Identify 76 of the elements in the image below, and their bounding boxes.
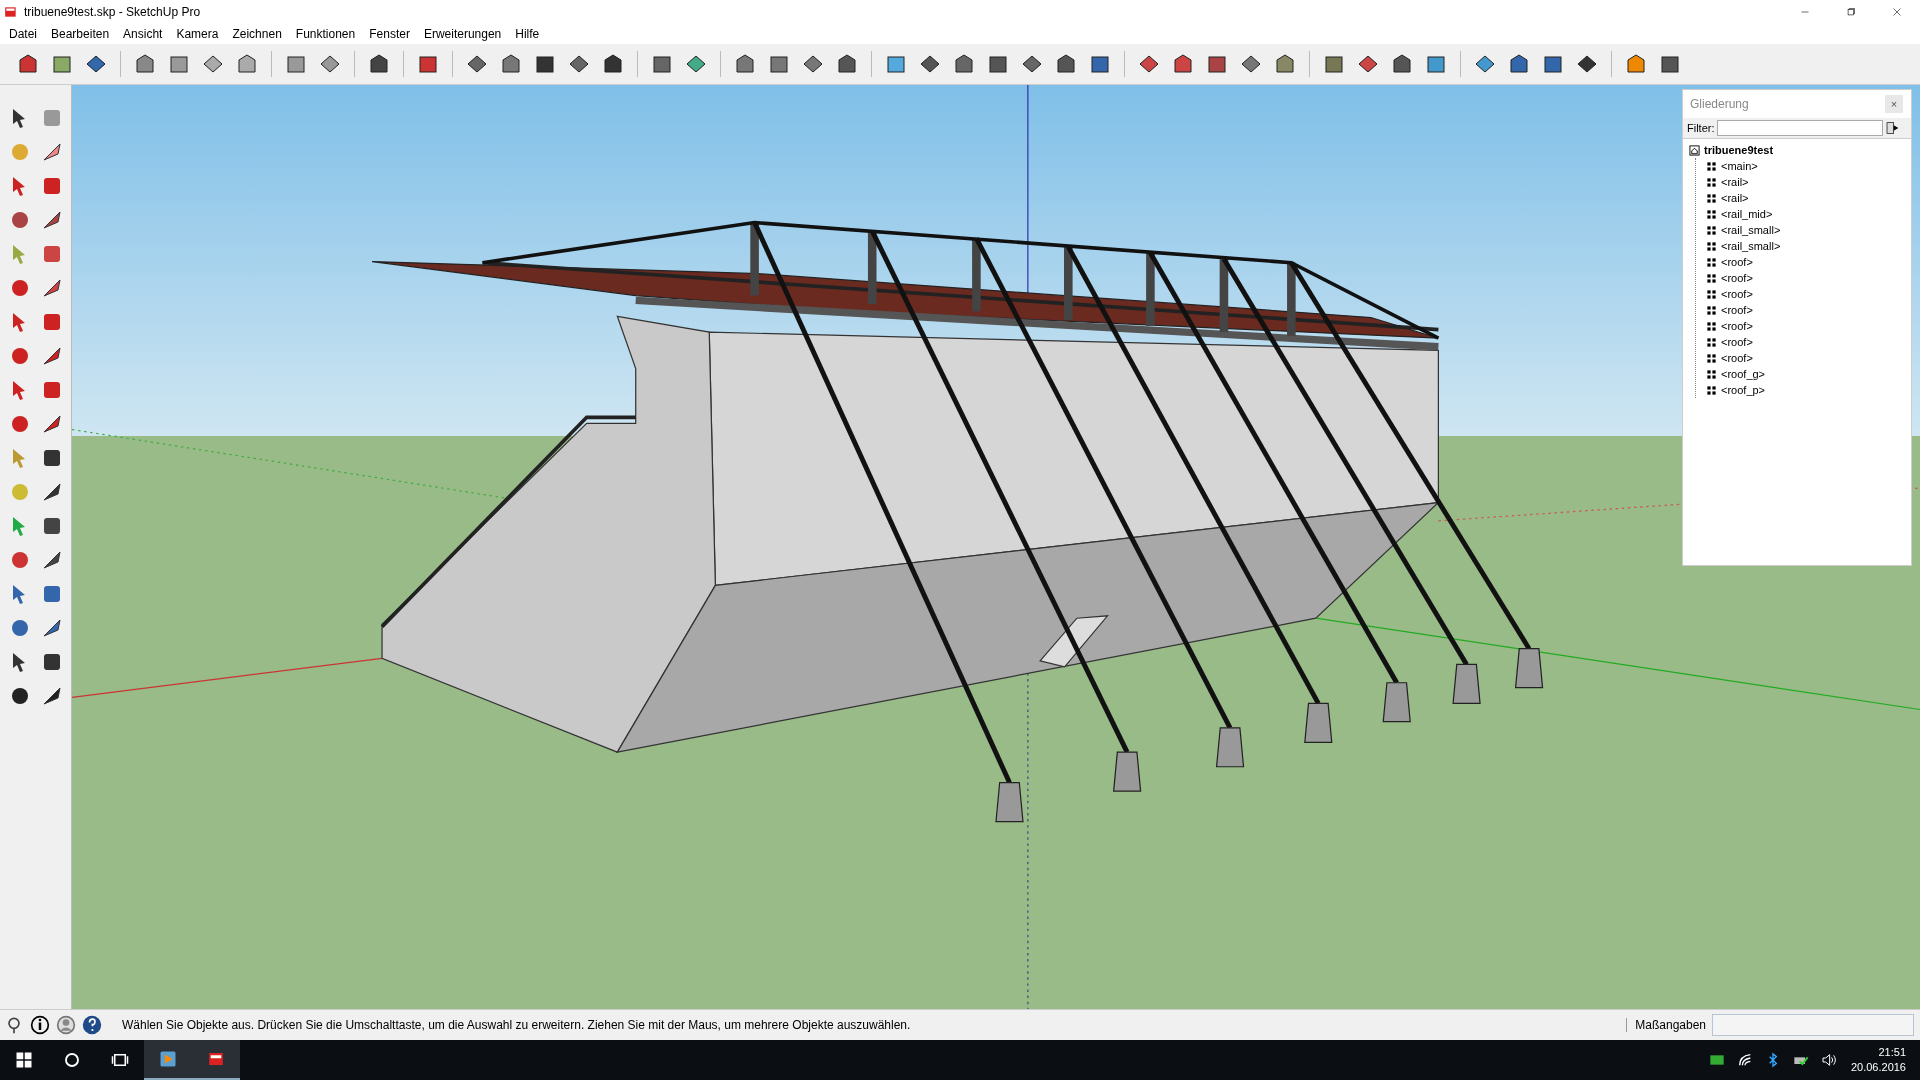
tool-icon[interactable]: [16, 52, 40, 76]
component-icon: [1706, 336, 1717, 348]
tool-icon[interactable]: [1624, 52, 1648, 76]
media-player-icon[interactable]: [159, 1050, 177, 1068]
component-icon: [1706, 240, 1717, 252]
outliner-item[interactable]: <roof>: [1721, 320, 1753, 332]
status-hint: Wählen Sie Objekte aus. Drücken Sie die Umschalttaste, um die Auswahl zu erweitern. Ziehen Sie mit der Maus, um mehrere Objekte auszuwählen.: [122, 1018, 911, 1032]
tool-icon[interactable]: [835, 52, 859, 76]
component-icon: [1706, 160, 1717, 172]
component-icon: [1706, 352, 1717, 364]
search-icon[interactable]: [63, 1051, 81, 1069]
component-icon: [1706, 288, 1717, 300]
component-icon: [1706, 208, 1717, 220]
clock-date[interactable]: 20.06.2016: [1850, 1060, 1906, 1075]
outliner-item[interactable]: tribuene9test: [1704, 144, 1774, 156]
restore-icon[interactable]: [1844, 5, 1858, 19]
close-button[interactable]: ×: [1885, 95, 1903, 113]
tool-icon[interactable]: [1390, 52, 1414, 76]
component-icon: [1706, 272, 1717, 284]
menu-item[interactable]: Funktionen: [288, 27, 363, 41]
tool-icon[interactable]: [133, 52, 157, 76]
windows-start-icon[interactable]: [15, 1051, 33, 1069]
component-icon: [1706, 192, 1717, 204]
outliner-item[interactable]: <roof>: [1721, 336, 1753, 348]
user-icon[interactable]: [56, 1015, 76, 1035]
outliner-item[interactable]: <roof>: [1721, 288, 1753, 300]
outliner-item[interactable]: <roof>: [1721, 304, 1753, 316]
filter-field[interactable]: [1716, 120, 1883, 136]
tool-icon[interactable]: [235, 52, 259, 76]
filter-label: Filter:: [1687, 122, 1715, 134]
outliner-item[interactable]: <rail_mid>: [1721, 208, 1773, 220]
component-icon: [1706, 304, 1717, 316]
menu-item[interactable]: Datei: [2, 27, 44, 41]
component-icon: [1706, 224, 1717, 236]
menu-item[interactable]: Kamera: [169, 27, 226, 41]
outliner-item[interactable]: <rail_small>: [1721, 240, 1781, 252]
panel-title: Gliederung: [1690, 97, 1749, 111]
tool-icon[interactable]: [733, 52, 757, 76]
tool-icon[interactable]: [952, 52, 976, 76]
volume-icon[interactable]: [1820, 1052, 1837, 1068]
clock-time[interactable]: 21:51: [1878, 1045, 1906, 1060]
wifi-icon[interactable]: [1736, 1052, 1753, 1068]
outliner-item[interactable]: <rail>: [1721, 192, 1749, 204]
component-icon: [1706, 256, 1717, 268]
outliner-item[interactable]: <rail_small>: [1721, 224, 1781, 236]
info-icon[interactable]: [30, 1015, 50, 1035]
tool-icon[interactable]: [499, 52, 523, 76]
tool-icon[interactable]: [367, 52, 391, 76]
outliner-item[interactable]: <rail>: [1721, 176, 1749, 188]
tool-icon[interactable]: [1054, 52, 1078, 76]
tool-icon[interactable]: [1273, 52, 1297, 76]
window-title: tribuene9test.skp - SketchUp Pro: [24, 5, 201, 19]
component-icon: [1706, 176, 1717, 188]
outliner-item[interactable]: <roof>: [1721, 352, 1753, 364]
outliner-item[interactable]: <main>: [1721, 160, 1758, 172]
component-icon: [1706, 384, 1717, 396]
outliner-item[interactable]: <roof_g>: [1721, 368, 1766, 380]
measurements-field[interactable]: [1712, 1014, 1914, 1036]
menu-item[interactable]: Fenster: [362, 27, 417, 41]
outliner-item[interactable]: <roof_p>: [1721, 384, 1766, 396]
component-icon: [1706, 320, 1717, 332]
help-icon[interactable]: [82, 1015, 102, 1035]
task-view-icon[interactable]: [111, 1051, 129, 1069]
component-icon: [1706, 368, 1717, 380]
tool-icon[interactable]: [601, 52, 625, 76]
tool-icon[interactable]: [1171, 52, 1195, 76]
menu-item[interactable]: Hilfe: [508, 27, 547, 41]
measurements-label: Maßangaben: [1626, 1018, 1706, 1032]
outliner-item[interactable]: <roof>: [1721, 256, 1753, 268]
menu-item[interactable]: Bearbeiten: [44, 27, 117, 41]
model-icon: [1689, 144, 1700, 156]
menu-item[interactable]: Zeichnen: [225, 27, 289, 41]
tool-icon[interactable]: [1507, 52, 1531, 76]
menu-item[interactable]: Ansicht: [116, 27, 170, 41]
menu-item[interactable]: Erweiterungen: [416, 27, 509, 41]
outliner-item[interactable]: <roof>: [1721, 272, 1753, 284]
